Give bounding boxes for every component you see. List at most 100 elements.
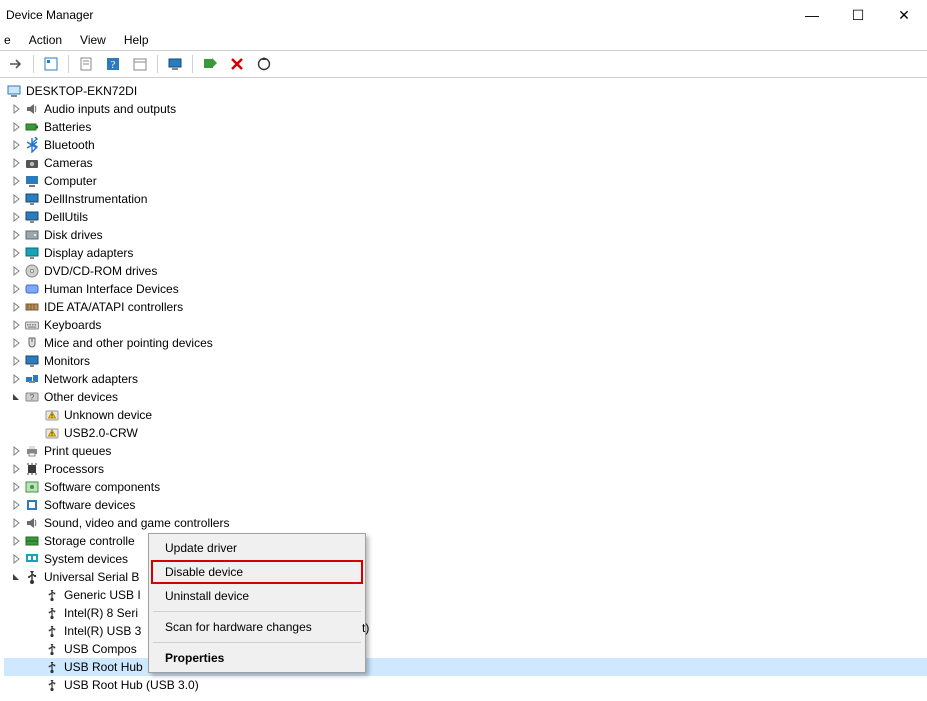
tree-category[interactable]: Storage controlle xyxy=(4,532,927,550)
tree-category-label: Computer xyxy=(44,174,97,188)
tree-category[interactable]: System devices xyxy=(4,550,927,568)
chevron-right-icon[interactable] xyxy=(10,355,22,367)
tree-category[interactable]: Universal Serial B xyxy=(4,568,927,586)
tree-category-label: Mice and other pointing devices xyxy=(44,336,213,350)
tree-category[interactable]: DVD/CD-ROM drives xyxy=(4,262,927,280)
toolbar-properties-button[interactable] xyxy=(39,52,63,76)
tree-category-label: Display adapters xyxy=(44,246,133,260)
tree-category[interactable]: DellInstrumentation xyxy=(4,190,927,208)
chevron-right-icon[interactable] xyxy=(10,481,22,493)
usbdev-icon xyxy=(44,605,60,621)
chevron-right-icon[interactable] xyxy=(10,175,22,187)
swcomp-icon xyxy=(24,479,40,495)
tree-category-label: Keyboards xyxy=(44,318,101,332)
tree-category[interactable]: Print queues xyxy=(4,442,927,460)
chevron-down-icon[interactable] xyxy=(10,391,22,403)
context-uninstall-device[interactable]: Uninstall device xyxy=(151,584,363,608)
tree-category-label: Human Interface Devices xyxy=(44,282,179,296)
speaker-icon xyxy=(24,515,40,531)
battery-icon xyxy=(24,119,40,135)
usbdev-icon xyxy=(44,587,60,603)
context-update-driver[interactable]: Update driver xyxy=(151,536,363,560)
tree-category[interactable]: IDE ATA/ATAPI controllers xyxy=(4,298,927,316)
tree-device[interactable]: USB Root Hub xyxy=(4,658,927,676)
close-button[interactable]: ✕ xyxy=(881,0,927,30)
ide-icon xyxy=(24,299,40,315)
tree-category[interactable]: Mice and other pointing devices xyxy=(4,334,927,352)
toolbar-sheet-button[interactable] xyxy=(74,52,98,76)
toolbar-enable-button[interactable] xyxy=(198,52,222,76)
chevron-right-icon[interactable] xyxy=(10,247,22,259)
toolbar-uninstall-button[interactable] xyxy=(225,52,249,76)
chevron-right-icon[interactable] xyxy=(10,283,22,295)
chevron-right-icon[interactable] xyxy=(10,517,22,529)
tree-category[interactable]: Processors xyxy=(4,460,927,478)
tree-category[interactable]: Disk drives xyxy=(4,226,927,244)
menu-action[interactable]: Action xyxy=(27,32,64,48)
tree-device[interactable]: Intel(R) USB 3 xyxy=(4,622,927,640)
device-tree[interactable]: DESKTOP-EKN72DI Audio inputs and outputs… xyxy=(0,78,927,694)
chevron-right-icon[interactable] xyxy=(10,445,22,457)
tree-category-label: Network adapters xyxy=(44,372,138,386)
tree-category[interactable]: Audio inputs and outputs xyxy=(4,100,927,118)
chevron-right-icon[interactable] xyxy=(10,373,22,385)
tree-device[interactable]: USB Root Hub (USB 3.0) xyxy=(4,676,927,694)
tree-category[interactable]: Network adapters xyxy=(4,370,927,388)
tree-device-label: USB2.0-CRW xyxy=(64,426,138,440)
chevron-right-icon[interactable] xyxy=(10,193,22,205)
chevron-right-icon[interactable] xyxy=(10,301,22,313)
chevron-right-icon[interactable] xyxy=(10,229,22,241)
chevron-right-icon[interactable] xyxy=(10,211,22,223)
tree-category[interactable]: Keyboards xyxy=(4,316,927,334)
minimize-button[interactable]: — xyxy=(789,0,835,30)
tree-category-label: Batteries xyxy=(44,120,91,134)
chevron-right-icon[interactable] xyxy=(10,535,22,547)
toolbar-scan-button[interactable] xyxy=(163,52,187,76)
tree-device[interactable]: Unknown device xyxy=(4,406,927,424)
tree-category[interactable]: Human Interface Devices xyxy=(4,280,927,298)
context-properties[interactable]: Properties xyxy=(151,646,363,670)
chevron-right-icon[interactable] xyxy=(10,553,22,565)
chevron-right-icon[interactable] xyxy=(10,121,22,133)
menu-view[interactable]: View xyxy=(78,32,108,48)
tree-category[interactable]: Computer xyxy=(4,172,927,190)
tree-category[interactable]: Sound, video and game controllers xyxy=(4,514,927,532)
tree-device[interactable]: Intel(R) 8 Seri xyxy=(4,604,927,622)
tree-category[interactable]: Batteries xyxy=(4,118,927,136)
tree-category[interactable]: Software components xyxy=(4,478,927,496)
menu-help[interactable]: Help xyxy=(122,32,151,48)
chevron-right-icon[interactable] xyxy=(10,463,22,475)
tree-category-label: Sound, video and game controllers xyxy=(44,516,229,530)
toolbar-back-button[interactable] xyxy=(4,52,28,76)
tree-category[interactable]: Cameras xyxy=(4,154,927,172)
context-disable-device[interactable]: Disable device xyxy=(151,560,363,584)
toolbar-calendar-button[interactable] xyxy=(128,52,152,76)
tree-device[interactable]: USB2.0-CRW xyxy=(4,424,927,442)
chevron-right-icon[interactable] xyxy=(10,319,22,331)
toolbar-help-button[interactable]: ? xyxy=(101,52,125,76)
tree-device[interactable]: Generic USB I xyxy=(4,586,927,604)
tree-category-label: Software devices xyxy=(44,498,135,512)
context-scan-hardware[interactable]: Scan for hardware changes xyxy=(151,615,363,639)
chevron-down-icon[interactable] xyxy=(10,571,22,583)
maximize-button[interactable]: ☐ xyxy=(835,0,881,30)
tree-category[interactable]: DellUtils xyxy=(4,208,927,226)
tree-device[interactable]: USB Compos xyxy=(4,640,927,658)
tree-category[interactable]: Display adapters xyxy=(4,244,927,262)
chevron-right-icon[interactable] xyxy=(10,103,22,115)
chevron-right-icon[interactable] xyxy=(10,499,22,511)
chevron-right-icon[interactable] xyxy=(10,265,22,277)
tree-category[interactable]: ?Other devices xyxy=(4,388,927,406)
tree-category[interactable]: Monitors xyxy=(4,352,927,370)
toolbar-cycle-button[interactable] xyxy=(252,52,276,76)
tree-category[interactable]: Bluetooth xyxy=(4,136,927,154)
network-icon xyxy=(24,371,40,387)
tree-category[interactable]: Software devices xyxy=(4,496,927,514)
chevron-right-icon[interactable] xyxy=(10,337,22,349)
chevron-right-icon[interactable] xyxy=(10,157,22,169)
tree-category-label: Processors xyxy=(44,462,104,476)
menu-file[interactable]: e xyxy=(2,32,13,48)
tree-root[interactable]: DESKTOP-EKN72DI xyxy=(4,82,927,100)
tree-category-label: Software components xyxy=(44,480,160,494)
chevron-right-icon[interactable] xyxy=(10,139,22,151)
